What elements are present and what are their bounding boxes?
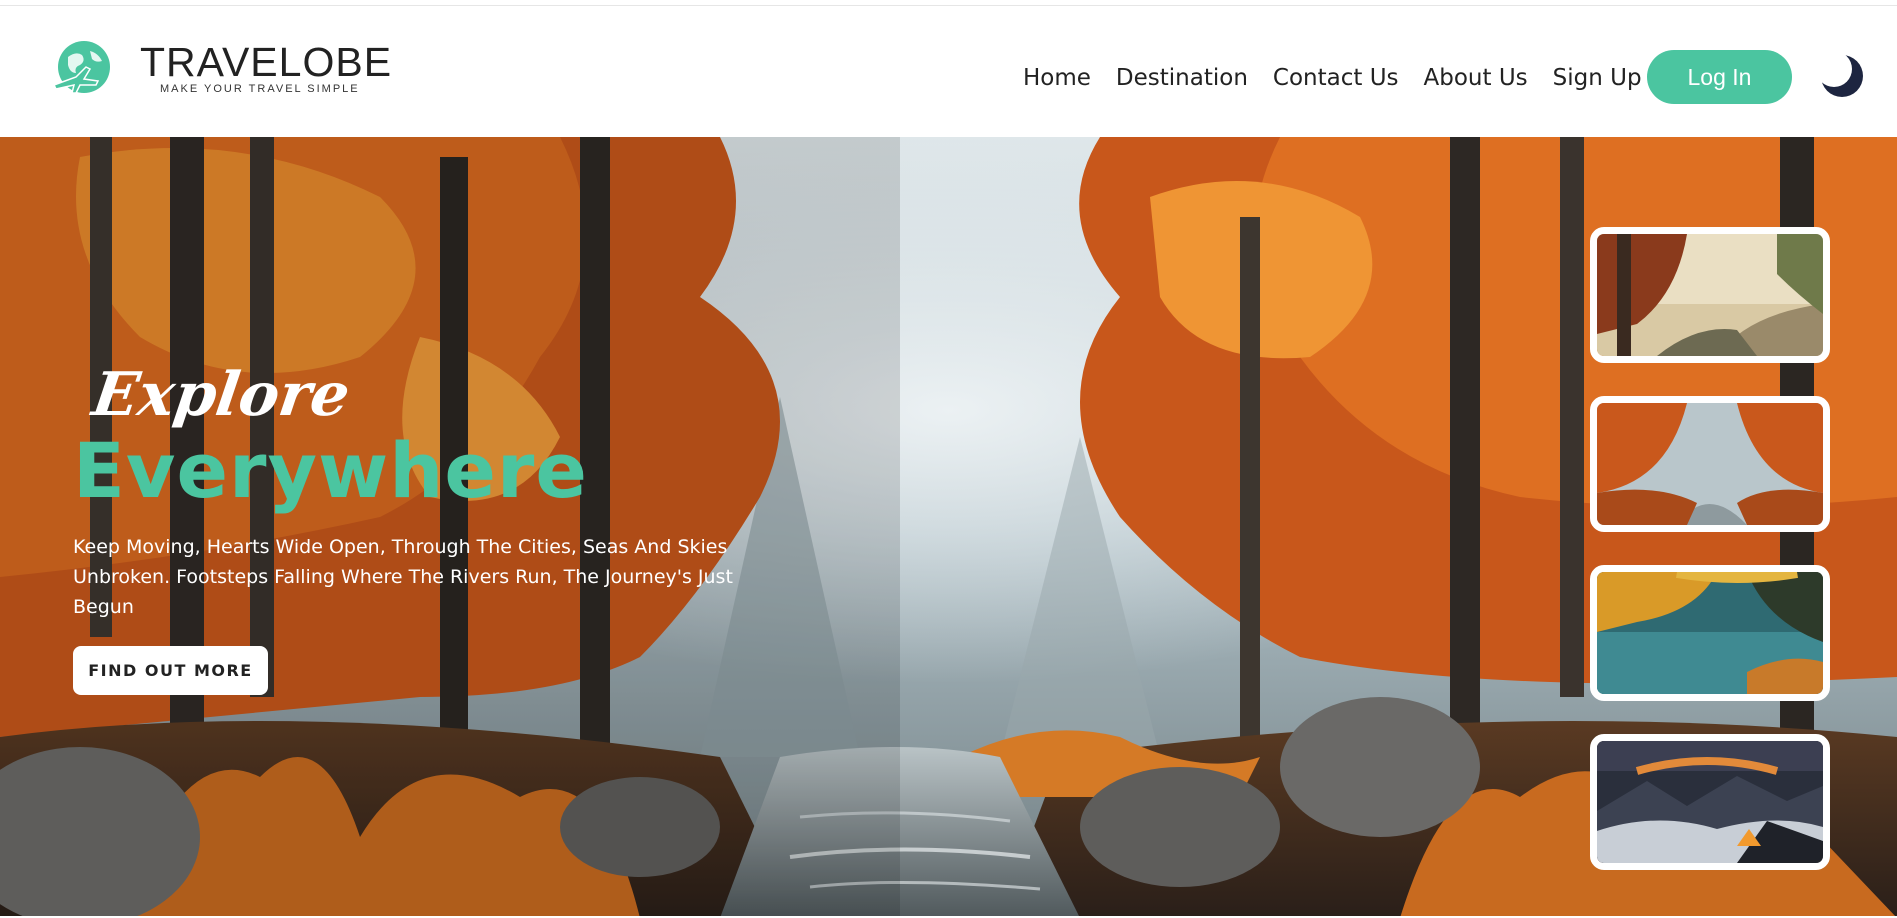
nav-link-sign-up[interactable]: Sign Up	[1553, 65, 1642, 91]
hero-main-title: Everywhere	[73, 426, 588, 515]
login-button[interactable]: Log In	[1647, 50, 1792, 104]
thumbnail-autumn-forest-river[interactable]	[1590, 396, 1830, 532]
globe-plane-icon	[50, 37, 114, 101]
moon-icon[interactable]	[1816, 51, 1864, 98]
brand-name: TRAVELOBE	[140, 39, 393, 85]
thumbnail-list	[1590, 227, 1830, 903]
nav-link-home[interactable]: Home	[1023, 65, 1091, 91]
nav-link-destination[interactable]: Destination	[1116, 65, 1248, 91]
thumbnail-mountain-camp-sunset[interactable]	[1590, 734, 1830, 870]
hero-description: Keep Moving, Hearts Wide Open, Through T…	[73, 536, 733, 618]
hero-section: Explore Everywhere Keep Moving, Hearts W…	[0, 137, 1897, 918]
thumbnail-autumn-lake[interactable]	[1590, 565, 1830, 701]
logo[interactable]: TRAVELOBE MAKE YOUR TRAVEL SIMPLE	[50, 37, 392, 101]
find-out-more-button[interactable]: FIND OUT MORE	[73, 646, 268, 695]
brand-tagline: MAKE YOUR TRAVEL SIMPLE	[160, 83, 360, 95]
main-nav: Home Destination Contact Us About Us Sig…	[1023, 50, 1667, 106]
nav-link-contact-us[interactable]: Contact Us	[1273, 65, 1399, 91]
thumbnail-misty-forest-path[interactable]	[1590, 227, 1830, 363]
hero-text-block: Explore Everywhere Keep Moving, Hearts W…	[73, 360, 793, 695]
site-header: TRAVELOBE MAKE YOUR TRAVEL SIMPLE Home D…	[0, 6, 1897, 137]
nav-link-about-us[interactable]: About Us	[1424, 65, 1528, 91]
hero-script-title: Explore	[88, 360, 354, 430]
